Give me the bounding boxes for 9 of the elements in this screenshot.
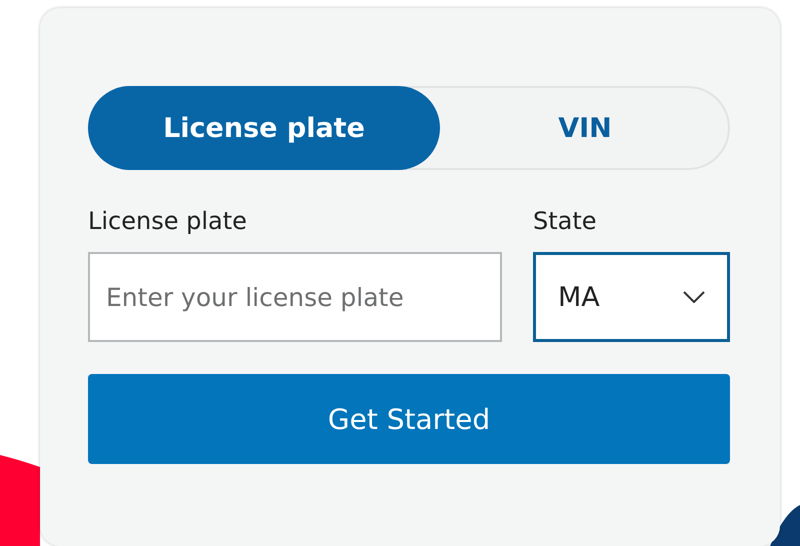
state-dropdown[interactable]: MA [533,252,730,342]
get-started-button[interactable]: Get Started [88,374,730,464]
field-label: State [533,206,598,237]
field-label: License plate [88,206,248,237]
tab[interactable]: VIN [440,86,730,170]
decorative-shape [770,505,800,546]
license-plate-field[interactable]: Enter your license plate [88,252,502,342]
tab[interactable]: License plate [88,86,440,170]
chevron-down-icon [683,291,705,303]
